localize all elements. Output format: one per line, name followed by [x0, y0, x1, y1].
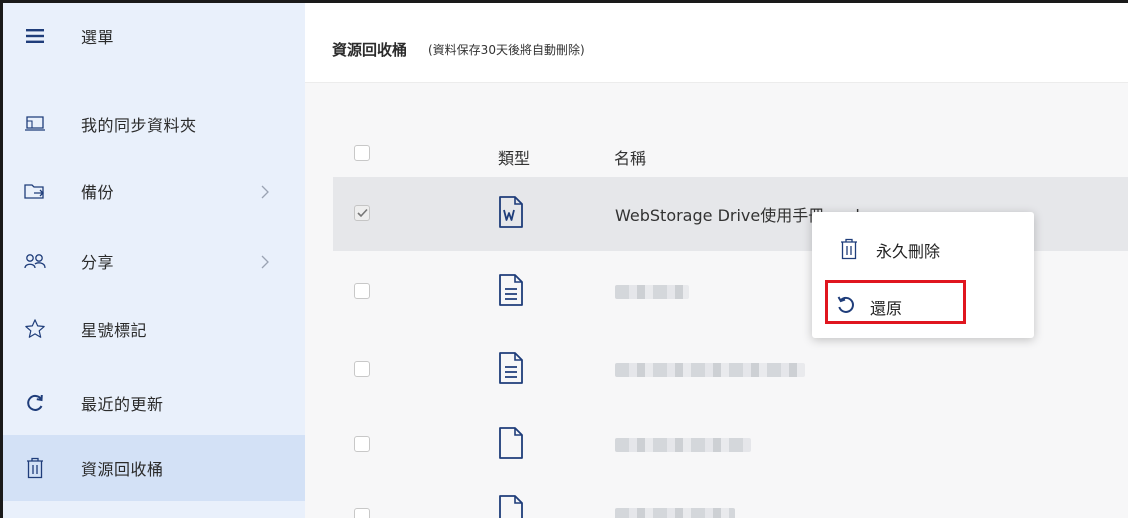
row-checkbox[interactable]	[354, 508, 370, 518]
retention-note: (資料保存30天後將自動刪除)	[428, 43, 585, 57]
sidebar-item-trash[interactable]: 資源回收桶	[3, 435, 305, 501]
sidebar-item-label: 分享	[81, 253, 115, 272]
menu-item-permanent-delete[interactable]: 永久刪除	[812, 226, 1034, 270]
row-checkbox[interactable]	[354, 361, 370, 377]
blank-document-icon	[498, 494, 524, 518]
column-header-name[interactable]: 名稱	[614, 145, 646, 169]
backup-folder-icon	[23, 179, 47, 203]
row-checkbox[interactable]	[354, 283, 370, 299]
share-people-icon	[23, 249, 47, 273]
file-name-redacted[interactable]	[615, 508, 735, 518]
table-row[interactable]	[333, 408, 1128, 482]
sidebar-item-starred[interactable]: 星號標記	[3, 296, 305, 362]
sidebar-menu-label: 選單	[81, 28, 115, 47]
restore-highlight-box	[825, 280, 966, 324]
trash-icon	[840, 238, 862, 260]
chevron-right-icon	[261, 184, 271, 199]
row-checkbox[interactable]	[354, 205, 370, 221]
sidebar-menu-toggle[interactable]: 選單	[3, 3, 305, 69]
sidebar-item-share[interactable]: 分享	[3, 228, 305, 294]
word-document-icon	[498, 195, 524, 229]
sidebar-item-sync-folder[interactable]: 我的同步資料夾	[3, 91, 305, 157]
sidebar-item-label: 資源回收桶	[81, 460, 164, 479]
file-name-redacted[interactable]	[615, 285, 689, 299]
sidebar-item-label: 最近的更新	[81, 395, 164, 414]
refresh-icon	[23, 391, 47, 415]
laptop-folder-icon	[23, 112, 47, 136]
table-row[interactable]	[333, 333, 1128, 407]
hamburger-menu-icon[interactable]	[23, 24, 47, 48]
sidebar-item-recent[interactable]: 最近的更新	[3, 370, 305, 436]
select-all-checkbox[interactable]	[354, 145, 370, 161]
text-document-icon	[498, 351, 524, 385]
chevron-right-icon	[261, 254, 271, 269]
page-title: 資源回收桶	[332, 41, 408, 59]
sidebar-item-backup[interactable]: 備份	[3, 158, 305, 224]
sidebar-item-label: 星號標記	[81, 321, 148, 340]
sidebar-item-label: 我的同步資料夾	[81, 116, 197, 135]
sidebar: 選單 我的同步資料夾 備份 分享 星號標記 最近的更新 資源回收桶	[3, 3, 305, 518]
file-name-redacted[interactable]	[615, 438, 751, 452]
star-icon	[23, 317, 47, 341]
sidebar-item-label: 備份	[81, 183, 115, 202]
page-header: 資源回收桶 (資料保存30天後將自動刪除)	[305, 3, 1128, 83]
menu-item-label: 永久刪除	[876, 242, 941, 261]
column-header-type[interactable]: 類型	[498, 145, 530, 169]
row-checkbox[interactable]	[354, 436, 370, 452]
file-name-redacted[interactable]	[615, 363, 805, 377]
blank-document-icon	[498, 426, 524, 460]
trash-icon	[23, 456, 47, 480]
table-row[interactable]	[333, 482, 1128, 518]
text-document-icon	[498, 273, 524, 307]
